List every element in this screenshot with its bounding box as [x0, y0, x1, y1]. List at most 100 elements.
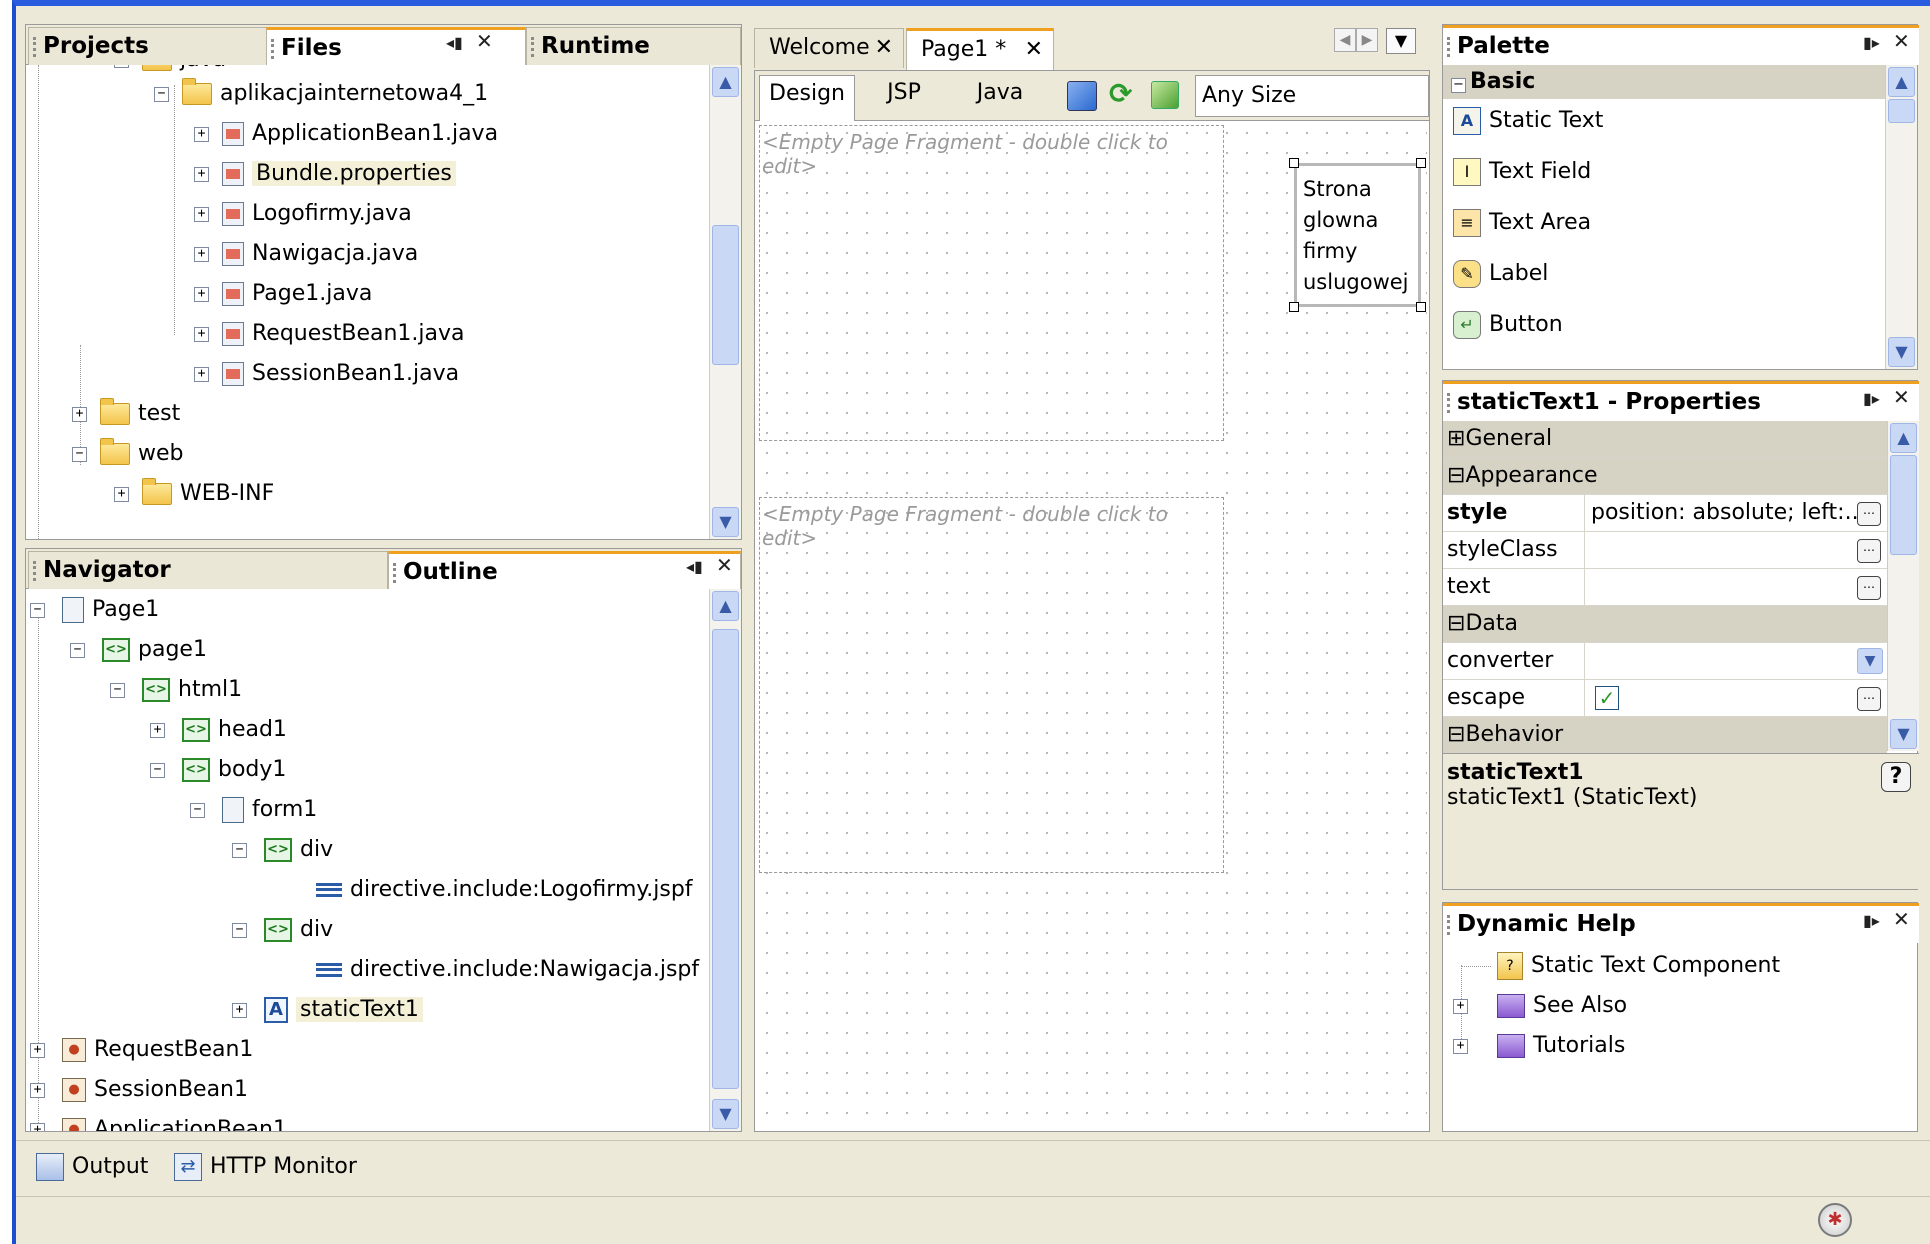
- tree-node[interactable]: + Page1.java: [194, 277, 372, 311]
- collapse-icon[interactable]: −: [110, 683, 125, 698]
- tree-node[interactable]: + ApplicationBean1.java: [194, 117, 498, 151]
- tree-node[interactable]: + Nawigacja.java: [194, 237, 418, 271]
- minimize-icon[interactable]: ◂▮: [686, 557, 703, 576]
- property-value[interactable]: [1584, 643, 1887, 680]
- scroll-down-icon[interactable]: ▼: [1888, 337, 1915, 367]
- expand-icon[interactable]: +: [30, 1123, 45, 1131]
- collapse-icon[interactable]: −: [150, 763, 165, 778]
- show-virtual-forms-icon[interactable]: [1151, 81, 1179, 109]
- expand-icon[interactable]: +: [114, 487, 129, 502]
- scrollbar-thumb[interactable]: [712, 629, 739, 1089]
- collapse-icon[interactable]: −: [30, 603, 45, 618]
- close-icon[interactable]: ✕: [1893, 907, 1910, 931]
- property-row-style[interactable]: style position: absolute; left:... …: [1443, 495, 1887, 532]
- property-category-data[interactable]: ⊟Data: [1443, 606, 1887, 643]
- collapse-icon[interactable]: −: [232, 923, 247, 938]
- outline-node[interactable]: + <> head1: [150, 713, 287, 747]
- outline-scrollbar[interactable]: ▲ ▼: [709, 589, 741, 1131]
- design-tab[interactable]: Design: [759, 75, 855, 121]
- minimize-icon[interactable]: ▮▸: [1863, 389, 1880, 408]
- outline-node[interactable]: − <> div: [232, 833, 333, 867]
- refresh-icon[interactable]: ⟳: [1109, 77, 1132, 110]
- palette-item-text-field[interactable]: I Text Field: [1453, 154, 1591, 190]
- tab-list-dropdown-icon[interactable]: ▼: [1386, 28, 1416, 54]
- resize-handle[interactable]: [1416, 302, 1426, 312]
- collapse-icon[interactable]: −: [190, 803, 205, 818]
- collapse-icon[interactable]: −: [70, 643, 85, 658]
- design-canvas[interactable]: <Empty Page Fragment - double click to e…: [757, 123, 1427, 1129]
- close-icon[interactable]: ✕: [1025, 31, 1043, 69]
- outline-node[interactable]: + ● SessionBean1: [30, 1073, 248, 1107]
- expand-icon[interactable]: +: [30, 1083, 45, 1098]
- close-icon[interactable]: ✕: [1893, 385, 1910, 409]
- outline-node[interactable]: + ● RequestBean1: [30, 1033, 253, 1067]
- tree-node[interactable]: + SessionBean1.java: [194, 357, 459, 391]
- ellipsis-button[interactable]: …: [1857, 576, 1881, 600]
- help-item[interactable]: ? Static Text Component: [1461, 949, 1780, 983]
- expand-icon[interactable]: +: [150, 723, 165, 738]
- property-row-styleclass[interactable]: styleClass …: [1443, 532, 1887, 569]
- page-fragment-nawigacja[interactable]: <Empty Page Fragment - double click to e…: [759, 497, 1224, 873]
- property-category-behavior[interactable]: ⊟Behavior: [1443, 717, 1887, 754]
- scrollbar-thumb[interactable]: [1890, 455, 1917, 555]
- minimize-icon[interactable]: ▮▸: [1863, 33, 1880, 52]
- expand-icon[interactable]: +: [194, 167, 209, 182]
- collapse-icon[interactable]: ⊟: [1447, 463, 1465, 488]
- property-value[interactable]: position: absolute; left:...: [1584, 495, 1887, 532]
- help-item[interactable]: + See Also: [1453, 989, 1627, 1023]
- outline-node[interactable]: − form1: [190, 793, 317, 827]
- http-monitor-button[interactable]: ⇄ HTTP Monitor: [174, 1149, 357, 1185]
- static-text-component[interactable]: Strona glowna firmy uslugowej: [1289, 158, 1426, 312]
- palette-item-button[interactable]: ↵ Button: [1453, 307, 1563, 343]
- help-icon[interactable]: ?: [1881, 762, 1911, 792]
- tree-node[interactable]: + WEB-INF: [114, 477, 274, 511]
- expand-icon[interactable]: +: [1453, 999, 1468, 1014]
- outline-node[interactable]: + AstaticText1: [232, 993, 423, 1027]
- property-row-escape[interactable]: escape ✓ …: [1443, 680, 1887, 717]
- property-value[interactable]: [1584, 569, 1887, 606]
- scroll-up-icon[interactable]: ▲: [1890, 423, 1917, 453]
- dropdown-icon[interactable]: ▼: [1857, 648, 1883, 674]
- expand-icon[interactable]: +: [194, 127, 209, 142]
- property-category-appearance[interactable]: ⊟Appearance: [1443, 458, 1887, 495]
- expand-icon[interactable]: +: [1453, 1039, 1468, 1054]
- expand-icon[interactable]: +: [194, 367, 209, 382]
- scroll-down-icon[interactable]: ▼: [712, 507, 739, 537]
- ellipsis-button[interactable]: …: [1857, 502, 1881, 526]
- scroll-up-icon[interactable]: ▲: [712, 67, 739, 97]
- garbage-collect-icon[interactable]: ✱: [1818, 1203, 1852, 1237]
- java-tab[interactable]: Java: [955, 75, 1045, 113]
- outline-node[interactable]: + ● ApplicationBean1: [30, 1113, 287, 1131]
- property-value[interactable]: [1584, 532, 1887, 569]
- collapse-icon[interactable]: ⊟: [1447, 611, 1465, 636]
- close-icon[interactable]: ✕: [716, 553, 733, 577]
- palette-item-text-area[interactable]: ≡ Text Area: [1453, 205, 1591, 241]
- collapse-icon[interactable]: −: [154, 87, 169, 102]
- expand-icon[interactable]: +: [30, 1043, 45, 1058]
- outline-node[interactable]: − <> body1: [150, 753, 286, 787]
- scrollbar-thumb[interactable]: [1888, 99, 1915, 123]
- outline-node[interactable]: directive.include:Nawigacja.jspf: [316, 953, 699, 987]
- expand-icon[interactable]: +: [232, 1003, 247, 1018]
- files-scrollbar[interactable]: ▲ ▼: [709, 65, 741, 539]
- property-row-converter[interactable]: converter ▼: [1443, 643, 1887, 680]
- expand-icon[interactable]: +: [72, 407, 87, 422]
- expand-icon[interactable]: ⊞: [1447, 426, 1465, 451]
- scrollbar-thumb[interactable]: [712, 225, 739, 365]
- tree-node[interactable]: − aplikacjainternetowa4_1: [154, 77, 488, 111]
- palette-category-basic[interactable]: − Basic: [1443, 65, 1885, 99]
- close-icon[interactable]: ✕: [476, 29, 493, 53]
- resize-handle[interactable]: [1416, 158, 1426, 168]
- page-fragment-logofirmy[interactable]: <Empty Page Fragment - double click to e…: [759, 125, 1224, 441]
- palette-scrollbar[interactable]: ▲ ▼: [1885, 65, 1917, 369]
- output-button[interactable]: Output: [36, 1149, 148, 1185]
- outline-node[interactable]: − <> div: [232, 913, 333, 947]
- target-size-select[interactable]: Any Size: [1195, 75, 1429, 117]
- collapse-icon[interactable]: −: [72, 447, 87, 462]
- resize-handle[interactable]: [1289, 302, 1299, 312]
- palette-item-static-text[interactable]: A Static Text: [1453, 103, 1603, 139]
- tree-node[interactable]: − web: [72, 437, 184, 471]
- scroll-up-icon[interactable]: ▲: [1888, 67, 1915, 97]
- tree-node[interactable]: − java: [114, 65, 226, 77]
- tab-welcome[interactable]: Welcome ✕: [754, 28, 904, 68]
